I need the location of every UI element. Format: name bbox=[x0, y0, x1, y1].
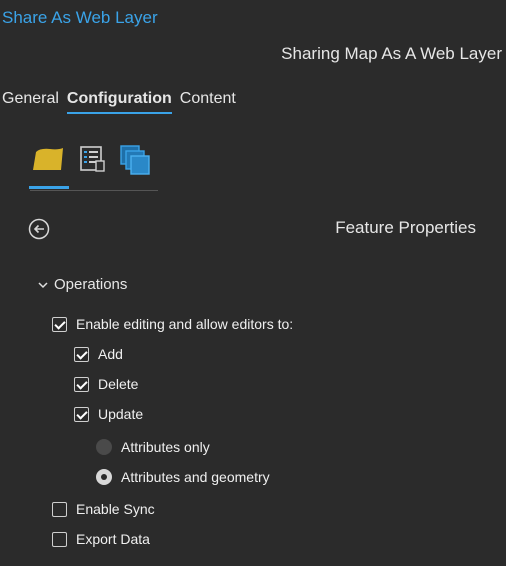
attributes-only-radio[interactable] bbox=[96, 439, 112, 455]
add-label: Add bbox=[98, 346, 123, 362]
panel-title: Feature Properties bbox=[335, 218, 476, 237]
back-arrow-icon[interactable] bbox=[28, 218, 50, 240]
attributes-only-label: Attributes only bbox=[121, 439, 210, 455]
operations-header[interactable]: Operations bbox=[38, 276, 127, 293]
add-option[interactable]: Add bbox=[74, 346, 123, 362]
tab-configuration[interactable]: Configuration bbox=[66, 90, 172, 114]
enable-sync-label: Enable Sync bbox=[76, 501, 155, 517]
layer-icon[interactable] bbox=[29, 144, 69, 189]
tab-content[interactable]: Content bbox=[180, 90, 236, 114]
delete-label: Delete bbox=[98, 376, 139, 392]
enable-editing-checkbox[interactable] bbox=[52, 316, 67, 332]
tab-bar: General Configuration Content bbox=[2, 90, 236, 114]
attributes-and-geometry-option[interactable]: Attributes and geometry bbox=[96, 469, 270, 485]
properties-list-icon[interactable] bbox=[78, 144, 116, 180]
enable-editing-label: Enable editing and allow editors to: bbox=[76, 316, 294, 332]
delete-option[interactable]: Delete bbox=[74, 376, 138, 392]
pane-title: Share As Web Layer bbox=[2, 8, 158, 27]
export-data-label: Export Data bbox=[76, 531, 150, 547]
enable-sync-checkbox[interactable] bbox=[52, 501, 67, 517]
config-icon-tabs bbox=[29, 144, 158, 191]
update-checkbox[interactable] bbox=[74, 406, 89, 422]
attributes-and-geometry-radio[interactable] bbox=[96, 469, 112, 485]
update-label: Update bbox=[98, 406, 144, 422]
chevron-down-icon bbox=[38, 281, 48, 288]
add-checkbox[interactable] bbox=[74, 346, 89, 362]
attributes-only-option[interactable]: Attributes only bbox=[96, 439, 210, 455]
enable-editing-option[interactable]: Enable editing and allow editors to: bbox=[52, 316, 293, 332]
stacked-layers-icon[interactable] bbox=[118, 144, 156, 180]
delete-checkbox[interactable] bbox=[74, 376, 89, 392]
export-data-checkbox[interactable] bbox=[52, 531, 67, 547]
update-option[interactable]: Update bbox=[74, 406, 143, 422]
export-data-option[interactable]: Export Data bbox=[52, 531, 150, 547]
attributes-and-geometry-label: Attributes and geometry bbox=[121, 469, 270, 485]
enable-sync-option[interactable]: Enable Sync bbox=[52, 501, 155, 517]
operations-label: Operations bbox=[54, 276, 128, 293]
pane-subtitle: Sharing Map As A Web Layer bbox=[281, 44, 502, 63]
tab-general[interactable]: General bbox=[2, 90, 59, 114]
